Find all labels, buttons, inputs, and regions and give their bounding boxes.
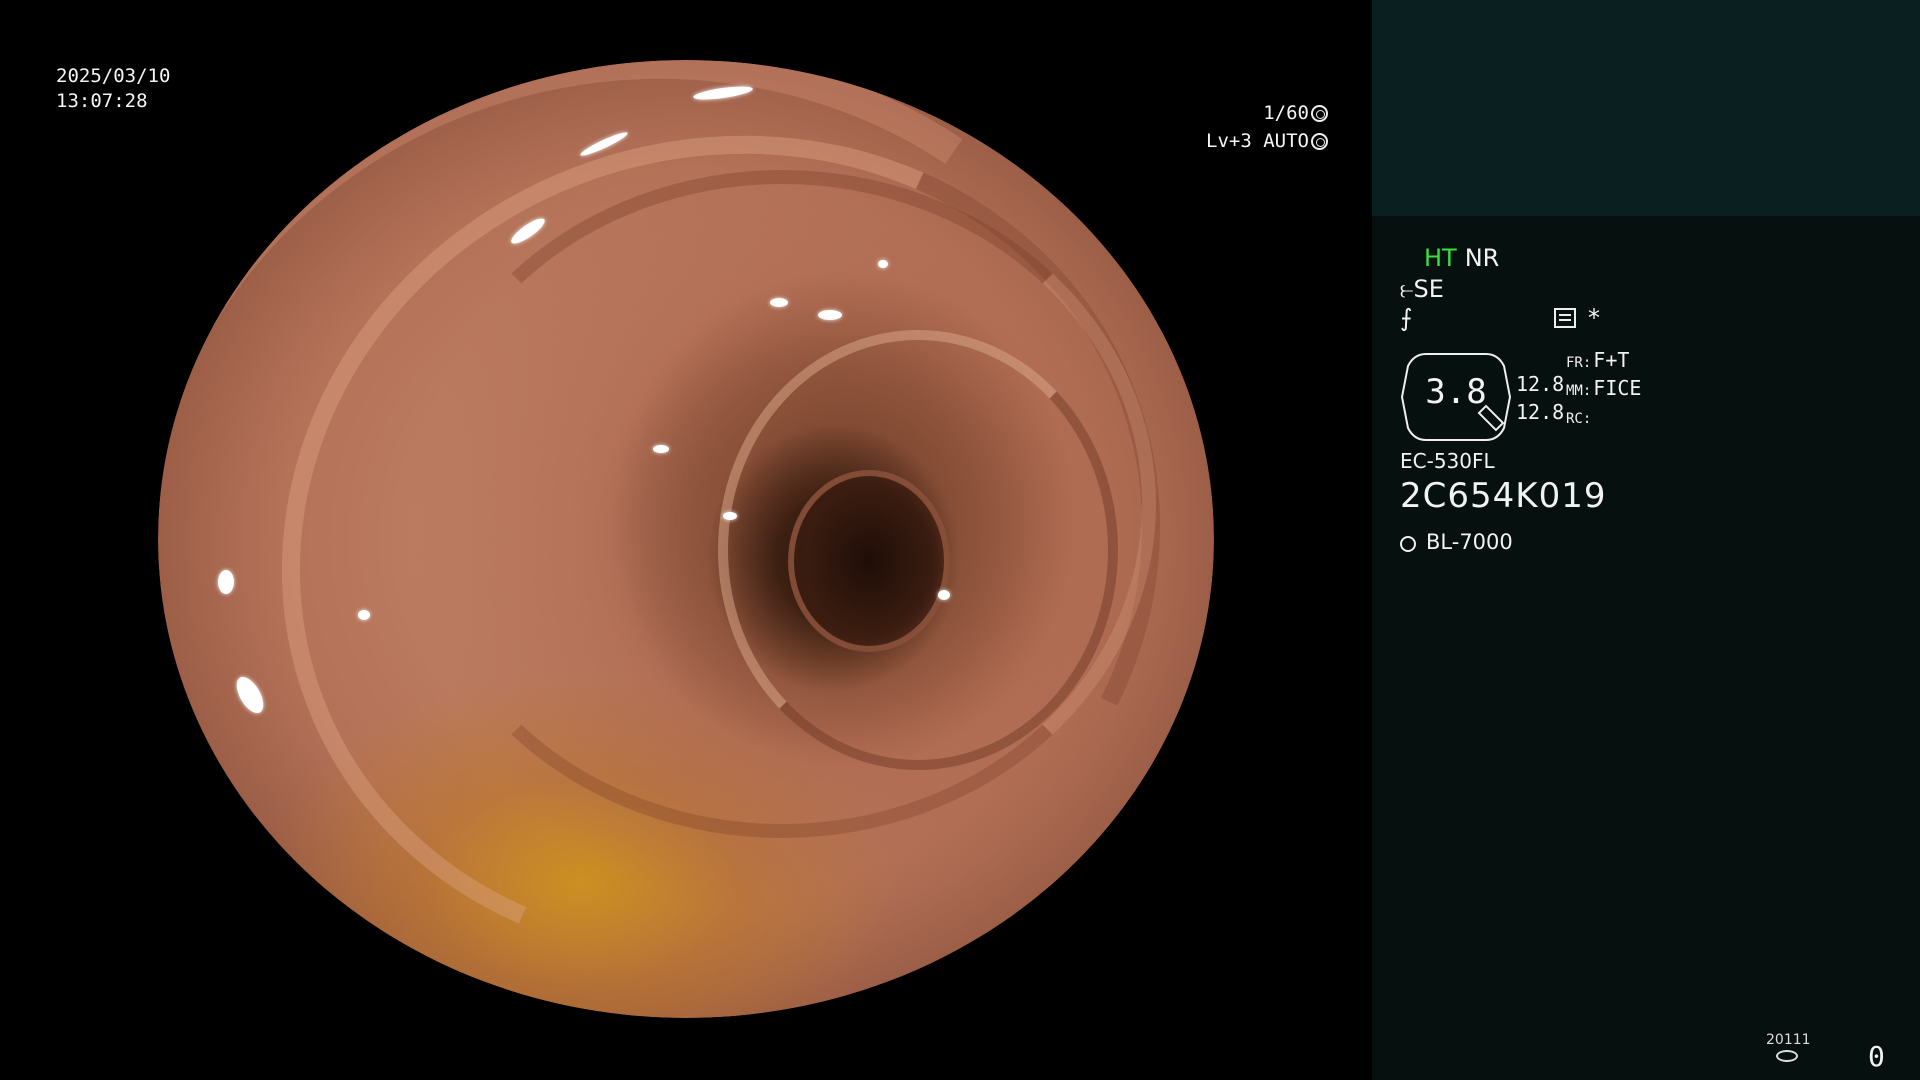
param-row-rc: RC: bbox=[1566, 404, 1641, 432]
param-value: FICE bbox=[1593, 376, 1642, 400]
specular-highlight bbox=[231, 672, 269, 718]
time-text: 13:07:28 bbox=[56, 90, 148, 112]
pump-icon: ⥼ bbox=[1400, 275, 1414, 303]
param-key: FR: bbox=[1566, 355, 1592, 371]
param-row-fr: FR: F+T bbox=[1566, 348, 1641, 376]
zoom-number: 12.8 bbox=[1516, 372, 1565, 396]
star-indicator: * bbox=[1588, 304, 1600, 332]
se-row: ⥼SE bbox=[1400, 275, 1444, 303]
patient-info-block bbox=[1372, 0, 1920, 216]
enhancement-row: HT NR bbox=[1424, 244, 1499, 272]
specular-highlight bbox=[218, 570, 234, 594]
info-panel: HT NR ⥼SE ⨍ * 3.8 12.8 12.8 FR: F+T MM: FIC… bbox=[1372, 0, 1920, 1080]
specular-highlight bbox=[578, 129, 630, 159]
parameter-table: FR: F+T MM: FICE RC: bbox=[1566, 348, 1641, 432]
shutter-speed: 1/60 bbox=[1263, 102, 1309, 124]
brightness-level: Lv+3 AUTO bbox=[1206, 130, 1309, 152]
param-value: F+T bbox=[1593, 348, 1630, 372]
param-key: MM: bbox=[1566, 383, 1592, 399]
shutter-row: 1/60 bbox=[1206, 99, 1328, 127]
ht-indicator: HT bbox=[1424, 244, 1457, 272]
endoscopic-image bbox=[158, 60, 1214, 1018]
counter-label: 20111 bbox=[1766, 1032, 1811, 1048]
datetime-overlay: 2025/03/10 13:07:28 bbox=[56, 64, 170, 114]
aperture-icon bbox=[1311, 105, 1328, 122]
exposure-overlay: 1/60 Lv+3 AUTO bbox=[1206, 99, 1328, 155]
specular-highlight bbox=[818, 310, 842, 320]
param-key: RC: bbox=[1566, 411, 1592, 427]
nr-indicator: NR bbox=[1464, 244, 1500, 272]
specular-highlight bbox=[692, 83, 754, 103]
level-row: Lv+3 AUTO bbox=[1206, 127, 1328, 155]
disk-icon bbox=[1776, 1050, 1798, 1062]
specular-highlight bbox=[508, 214, 548, 248]
se-indicator: SE bbox=[1413, 275, 1444, 303]
image-count: 0 bbox=[1868, 1040, 1885, 1073]
mucosal-fold bbox=[165, 60, 1214, 1018]
menu-icon bbox=[1554, 308, 1576, 328]
specular-highlight bbox=[653, 445, 669, 453]
mucosal-fold bbox=[158, 60, 1214, 1018]
edge-enhance-icon: ⨍ bbox=[1400, 304, 1413, 332]
zoom-numbers: 12.8 12.8 bbox=[1516, 370, 1564, 426]
specular-highlight bbox=[723, 512, 737, 520]
specular-highlight bbox=[938, 590, 950, 600]
specular-highlight bbox=[378, 110, 400, 124]
endoscope-viewport: 2025/03/10 13:07:28 1/60 Lv+3 AUTO bbox=[0, 0, 1372, 1080]
lumen bbox=[788, 470, 950, 652]
param-row-mm: MM: FICE bbox=[1566, 376, 1641, 404]
specular-highlight bbox=[878, 260, 888, 268]
zoom-value: 3.8 bbox=[1425, 372, 1487, 412]
specular-highlight bbox=[358, 610, 370, 620]
light-source-row: BL-7000 bbox=[1400, 530, 1513, 554]
zoom-number: 12.8 bbox=[1516, 400, 1565, 424]
mode-row: ⨍ * bbox=[1400, 304, 1600, 332]
mucosal-fold bbox=[718, 330, 1118, 770]
scope-model: EC-530FL bbox=[1400, 449, 1495, 473]
sun-icon bbox=[1400, 536, 1416, 552]
light-source: BL-7000 bbox=[1426, 530, 1513, 554]
iris-icon bbox=[1311, 133, 1328, 150]
mucosal-fold bbox=[408, 170, 1156, 838]
scope-serial: 2C654K019 bbox=[1400, 476, 1607, 516]
date-text: 2025/03/10 bbox=[56, 65, 171, 87]
specular-highlight bbox=[770, 298, 788, 307]
